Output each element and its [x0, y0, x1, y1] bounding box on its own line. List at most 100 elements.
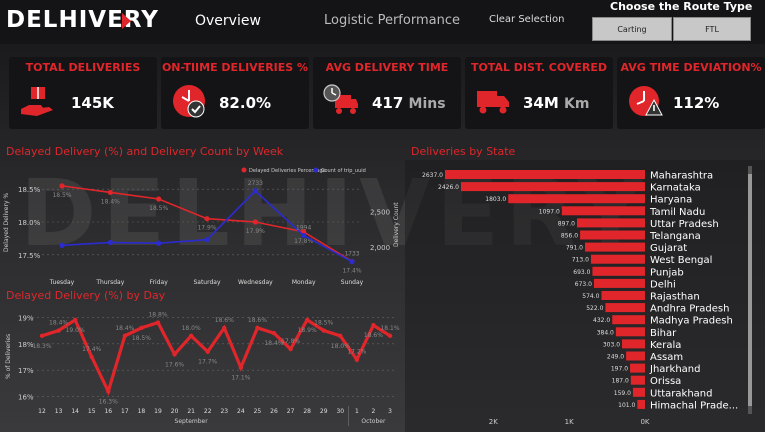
- x-tick-label: 12: [38, 408, 46, 415]
- category-label: Bihar: [650, 328, 677, 339]
- data-point: [107, 239, 113, 246]
- x-tick-label: 21: [187, 408, 195, 415]
- x-tick-label: 15: [88, 408, 96, 415]
- kpi-unit: Km: [564, 96, 590, 112]
- data-label: 17.9%: [246, 228, 265, 235]
- data-label: 17.2%: [347, 349, 366, 356]
- bar: [590, 254, 645, 264]
- data-point: [238, 365, 244, 370]
- route-option-carting[interactable]: Carting: [592, 17, 672, 41]
- x-tick-label: Tuesday: [49, 279, 75, 286]
- x-tick-label: 24: [237, 408, 245, 415]
- category-label: Kerala: [650, 340, 681, 351]
- data-label: 18.5%: [314, 320, 333, 327]
- data-point: [156, 240, 162, 246]
- bar: [576, 218, 645, 228]
- data-point: [304, 317, 310, 323]
- bar: [601, 291, 645, 300]
- x-tick-label: 1: [355, 408, 359, 415]
- x-tick-label: 20: [171, 408, 179, 415]
- bar-value-label: 432.0: [593, 317, 610, 324]
- category-label: Uttarakhand: [650, 388, 712, 399]
- data-point: [349, 259, 355, 265]
- kpi-value: 145K: [71, 94, 114, 112]
- data-label: 17.6%: [165, 361, 184, 368]
- clear-selection-button[interactable]: Clear Selection: [489, 14, 564, 25]
- kpi-number: 34M: [523, 94, 559, 112]
- bar-value-label: 856.0: [561, 233, 578, 240]
- category-label: Orissa: [650, 376, 681, 387]
- legend-label: Count of trip_uuid: [321, 168, 366, 174]
- x-tick-label: 25: [254, 408, 262, 415]
- data-label: 17.7%: [198, 359, 217, 366]
- data-label: 2733: [248, 180, 263, 187]
- kpi-total-deliveries: TOTAL DELIVERIES 145K: [9, 57, 157, 129]
- data-point: [107, 189, 113, 196]
- bar-value-label: 2637.0: [422, 172, 443, 179]
- category-label: Punjab: [650, 267, 684, 278]
- data-point: [156, 196, 162, 202]
- nav-logistic-performance[interactable]: Logistic Performance: [324, 13, 460, 28]
- kpi-unit: Mins: [408, 96, 446, 112]
- x-tick-label: 29: [320, 408, 328, 415]
- x-tick-label: 27: [287, 408, 295, 415]
- x-tick-label: 28: [303, 408, 311, 415]
- data-label: 18.6%: [364, 332, 383, 339]
- data-label: 18.5%: [52, 192, 71, 199]
- logo-arrow-icon: [122, 13, 131, 29]
- data-label: 18.4%: [101, 198, 120, 205]
- y2-tick-label: 2,000: [370, 244, 390, 252]
- truck-clock-icon: [323, 84, 358, 114]
- bar-value-label: 693.0: [573, 269, 590, 276]
- category-label: Andhra Pradesh: [650, 304, 729, 315]
- data-label: 18.3%: [32, 343, 51, 350]
- data-point: [188, 333, 194, 339]
- data-label: 18.6%: [215, 317, 234, 324]
- data-label: 19.0%: [66, 327, 85, 334]
- data-label: 18.6%: [248, 317, 267, 324]
- bar-value-label: 159.0: [614, 390, 631, 397]
- x-tick-label: 0K: [640, 418, 649, 426]
- x-tick-label: 16: [104, 408, 112, 415]
- x-tick-label: 19: [154, 408, 162, 415]
- y-tick-label: 18.5%: [18, 186, 41, 194]
- category-label: Telangana: [649, 231, 701, 242]
- legend-marker: [241, 167, 247, 173]
- data-label: 18.4%: [115, 325, 134, 332]
- x-tick-label: Wednesday: [238, 279, 273, 286]
- nav-overview[interactable]: Overview: [195, 13, 261, 29]
- data-point: [139, 325, 144, 331]
- delhivery-logo: DELHIVERY: [6, 7, 159, 33]
- x-tick-label: 1K: [565, 418, 574, 426]
- x-tick-label: Monday: [292, 279, 316, 286]
- data-point: [155, 320, 161, 325]
- x-tick-label: Friday: [150, 279, 169, 286]
- bar-value-label: 384.0: [597, 329, 614, 336]
- kpi-on-time-deliveries: ON-TIIME DELIVERIES % 82.0%: [161, 57, 309, 129]
- bar-value-label: 791.0: [566, 245, 583, 252]
- data-label: 18.5%: [132, 335, 151, 342]
- bar: [630, 375, 645, 385]
- data-point: [205, 349, 210, 354]
- bar-value-label: 522.0: [586, 305, 603, 312]
- data-point: [255, 325, 260, 331]
- data-point: [271, 330, 277, 336]
- y-tick-label: 17%: [18, 367, 34, 375]
- kpi-number: 417: [372, 94, 404, 112]
- route-option-ftl[interactable]: FTL: [673, 17, 751, 41]
- scrollbar-thumb: [748, 174, 752, 406]
- data-point: [172, 352, 177, 357]
- chart-week-title: Delayed Delivery (%) and Delivery Count …: [6, 145, 284, 158]
- category-label: Rajasthan: [650, 292, 700, 303]
- data-label: 18.9%: [298, 327, 317, 334]
- y-axis-label: % of Deliveries: [5, 334, 12, 379]
- data-label: 18.1%: [380, 325, 399, 332]
- chart-state-title: Deliveries by State: [411, 145, 516, 158]
- x-tick-label: 30: [336, 408, 344, 415]
- bar-value-label: 249.0: [607, 354, 624, 361]
- data-point: [56, 328, 61, 333]
- data-label: 17.4%: [82, 346, 101, 353]
- data-point: [301, 232, 307, 239]
- bar: [612, 315, 645, 325]
- kpi-avg-delivery-time: AVG DELIVERY TIME 417 Mins: [313, 57, 461, 129]
